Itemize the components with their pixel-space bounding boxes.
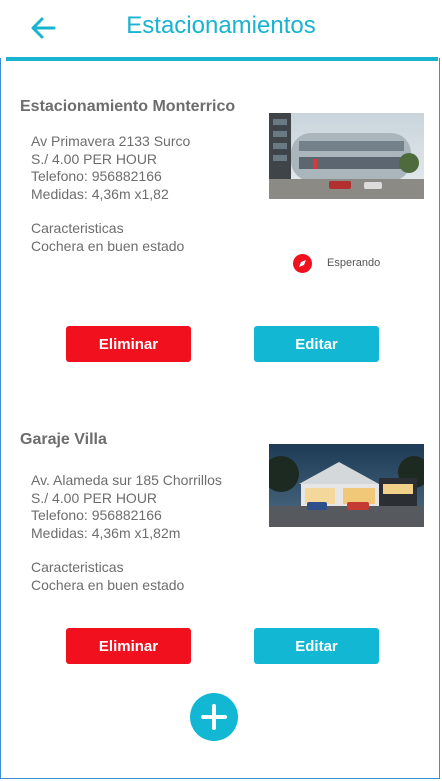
edit-button[interactable]: Editar (254, 628, 379, 664)
page-title: Estacionamientos (126, 12, 316, 39)
parking-phone: Telefono: 956882166 (31, 168, 162, 184)
delete-button[interactable]: Eliminar (66, 628, 191, 664)
header-divider (6, 57, 438, 61)
parking-price: S./ 4.00 PER HOUR (31, 489, 158, 506)
app-bar: Estacionamientos (0, 0, 442, 58)
parking-features-title: Caracteristicas (31, 220, 124, 236)
parking-address: Av. Alameda sur 185 Chorrillos (31, 472, 222, 488)
edit-button[interactable]: Editar (254, 326, 379, 362)
parking-details: Av Primavera 2133 Surco S./ 4.00 PER HOU… (31, 133, 190, 255)
parking-price: S./ 4.00 PER HOUR (31, 150, 158, 167)
parking-photo (269, 444, 424, 527)
delete-button[interactable]: Eliminar (66, 326, 191, 362)
add-parking-button[interactable] (190, 693, 238, 741)
parking-name: Garaje Villa (20, 431, 107, 448)
parking-features: Cochera en buen estado (31, 237, 185, 254)
parking-features-title: Caracteristicas (31, 559, 124, 575)
parking-features: Cochera en buen estado (31, 576, 185, 593)
parking-size: Medidas: 4,36m x1,82 (31, 185, 169, 202)
plus-icon (190, 704, 238, 745)
parking-size: Medidas: 4,36m x1,82m (31, 524, 181, 541)
parking-photo (269, 113, 424, 199)
parking-address: Av Primavera 2133 Surco (31, 133, 191, 149)
parking-name: Estacionamiento Monterrico (20, 98, 236, 115)
parking-details: Av. Alameda sur 185 Chorrillos S./ 4.00 … (31, 472, 222, 594)
compass-icon (293, 254, 312, 273)
status-label: Esperando (327, 257, 381, 269)
parking-phone: Telefono: 956882166 (31, 507, 162, 523)
